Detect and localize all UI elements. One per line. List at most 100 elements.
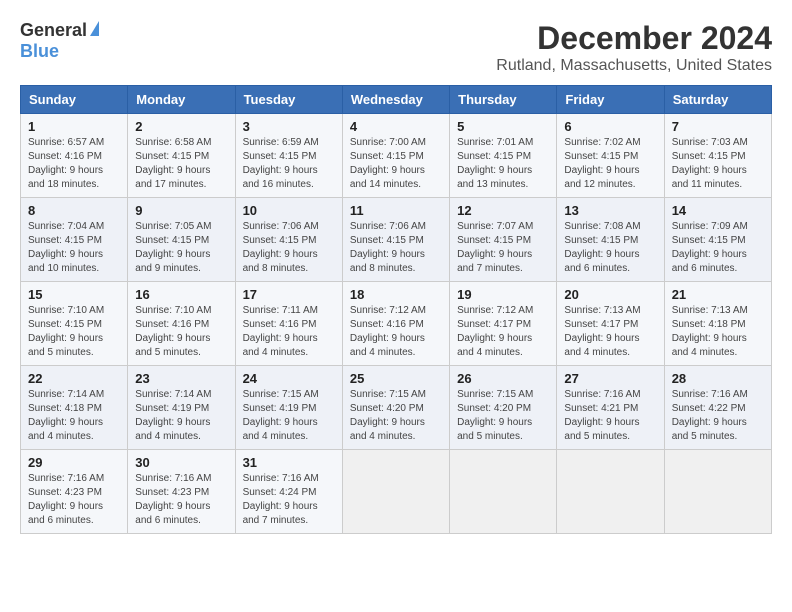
day-info: Sunrise: 7:06 AMSunset: 4:15 PMDaylight:… (243, 220, 335, 276)
day-number: 16 (135, 287, 227, 302)
day-number: 19 (457, 287, 549, 302)
week-row-3: 15Sunrise: 7:10 AMSunset: 4:15 PMDayligh… (21, 282, 772, 366)
day-info: Sunrise: 7:15 AMSunset: 4:20 PMDaylight:… (350, 388, 442, 444)
calendar-cell: 3 Sunrise: 6:59 AMSunset: 4:15 PMDaylight… (235, 114, 342, 198)
day-number: 12 (457, 203, 549, 218)
day-number: 27 (564, 371, 656, 386)
day-info: Sunrise: 7:16 AMSunset: 4:22 PMDaylight:… (672, 388, 764, 444)
calendar-cell: 26 Sunrise: 7:15 AMSunset: 4:20 PMDayligh… (450, 366, 557, 450)
day-number: 5 (457, 119, 549, 134)
day-info: Sunrise: 7:07 AMSunset: 4:15 PMDaylight:… (457, 220, 549, 276)
day-number: 14 (672, 203, 764, 218)
day-number: 4 (350, 119, 442, 134)
day-number: 7 (672, 119, 764, 134)
page-subtitle: Rutland, Massachusetts, United States (496, 57, 772, 75)
week-row-4: 22 Sunrise: 7:14 AMSunset: 4:18 PMDayligh… (21, 366, 772, 450)
calendar-body: 1Sunrise: 6:57 AMSunset: 4:16 PMDaylight… (21, 114, 772, 534)
day-info: Sunrise: 7:14 AMSunset: 4:19 PMDaylight:… (135, 388, 227, 444)
calendar-cell (557, 450, 664, 534)
day-info: Sunrise: 7:16 AMSunset: 4:24 PMDaylight:… (243, 472, 335, 528)
header-wednesday: Wednesday (342, 86, 449, 114)
calendar-cell: 18 Sunrise: 7:12 AMSunset: 4:16 PMDayligh… (342, 282, 449, 366)
day-info: Sunrise: 7:13 AMSunset: 4:18 PMDaylight:… (672, 304, 764, 360)
calendar-cell: 10Sunrise: 7:06 AMSunset: 4:15 PMDayligh… (235, 198, 342, 282)
logo-icon (90, 21, 99, 36)
day-number: 11 (350, 203, 442, 218)
day-info: Sunrise: 7:13 AMSunset: 4:17 PMDaylight:… (564, 304, 656, 360)
calendar-cell: 6Sunrise: 7:02 AMSunset: 4:15 PMDaylight… (557, 114, 664, 198)
day-number: 2 (135, 119, 227, 134)
day-info: Sunrise: 7:04 AMSunset: 4:15 PMDaylight:… (28, 220, 120, 276)
calendar-cell: 8 Sunrise: 7:04 AMSunset: 4:15 PMDaylight… (21, 198, 128, 282)
calendar-cell: 15Sunrise: 7:10 AMSunset: 4:15 PMDayligh… (21, 282, 128, 366)
day-info: Sunrise: 7:10 AMSunset: 4:16 PMDaylight:… (135, 304, 227, 360)
logo-blue-text: Blue (20, 41, 59, 62)
calendar-cell: 20 Sunrise: 7:13 AMSunset: 4:17 PMDayligh… (557, 282, 664, 366)
calendar-cell (450, 450, 557, 534)
day-info: Sunrise: 7:12 AMSunset: 4:17 PMDaylight:… (457, 304, 549, 360)
day-number: 18 (350, 287, 442, 302)
day-info: Sunrise: 7:06 AMSunset: 4:15 PMDaylight:… (350, 220, 442, 276)
calendar-cell: 23Sunrise: 7:14 AMSunset: 4:19 PMDayligh… (128, 366, 235, 450)
day-info: Sunrise: 7:16 AMSunset: 4:21 PMDaylight:… (564, 388, 656, 444)
calendar-cell: 25 Sunrise: 7:15 AMSunset: 4:20 PMDayligh… (342, 366, 449, 450)
calendar-cell: 4 Sunrise: 7:00 AMSunset: 4:15 PMDaylight… (342, 114, 449, 198)
calendar-cell: 5Sunrise: 7:01 AMSunset: 4:15 PMDaylight… (450, 114, 557, 198)
header-monday: Monday (128, 86, 235, 114)
day-number: 15 (28, 287, 120, 302)
week-row-5: 29 Sunrise: 7:16 AMSunset: 4:23 PMDayligh… (21, 450, 772, 534)
day-info: Sunrise: 7:15 AMSunset: 4:20 PMDaylight:… (457, 388, 549, 444)
calendar-cell: 22 Sunrise: 7:14 AMSunset: 4:18 PMDayligh… (21, 366, 128, 450)
logo-general-text: General (20, 20, 87, 41)
day-number: 9 (135, 203, 227, 218)
day-info: Sunrise: 7:12 AMSunset: 4:16 PMDaylight:… (350, 304, 442, 360)
day-number: 21 (672, 287, 764, 302)
day-number: 3 (243, 119, 335, 134)
calendar-cell (342, 450, 449, 534)
day-number: 17 (243, 287, 335, 302)
day-info: Sunrise: 7:03 AMSunset: 4:15 PMDaylight:… (672, 136, 764, 192)
header-sunday: Sunday (21, 86, 128, 114)
calendar-cell: 31Sunrise: 7:16 AMSunset: 4:24 PMDayligh… (235, 450, 342, 534)
day-info: Sunrise: 7:16 AMSunset: 4:23 PMDaylight:… (135, 472, 227, 528)
day-info: Sunrise: 7:08 AMSunset: 4:15 PMDaylight:… (564, 220, 656, 276)
calendar-cell: 16 Sunrise: 7:10 AMSunset: 4:16 PMDayligh… (128, 282, 235, 366)
day-info: Sunrise: 7:05 AMSunset: 4:15 PMDaylight:… (135, 220, 227, 276)
day-info: Sunrise: 6:57 AMSunset: 4:16 PMDaylight:… (28, 136, 120, 192)
calendar-cell: 17 Sunrise: 7:11 AMSunset: 4:16 PMDayligh… (235, 282, 342, 366)
day-info: Sunrise: 6:58 AMSunset: 4:15 PMDaylight:… (135, 136, 227, 192)
calendar-cell: 21 Sunrise: 7:13 AMSunset: 4:18 PMDayligh… (664, 282, 771, 366)
week-row-1: 1Sunrise: 6:57 AMSunset: 4:16 PMDaylight… (21, 114, 772, 198)
day-number: 13 (564, 203, 656, 218)
day-number: 8 (28, 203, 120, 218)
day-number: 29 (28, 455, 120, 470)
day-number: 22 (28, 371, 120, 386)
calendar-table: SundayMondayTuesdayWednesdayThursdayFrid… (20, 85, 772, 534)
calendar-cell: 19 Sunrise: 7:12 AMSunset: 4:17 PMDayligh… (450, 282, 557, 366)
calendar-cell: 13 Sunrise: 7:08 AMSunset: 4:15 PMDayligh… (557, 198, 664, 282)
day-info: Sunrise: 6:59 AMSunset: 4:15 PMDaylight:… (243, 136, 335, 192)
page-header: General Blue December 2024 Rutland, Mass… (20, 20, 772, 75)
calendar-cell: 28 Sunrise: 7:16 AMSunset: 4:22 PMDayligh… (664, 366, 771, 450)
day-info: Sunrise: 7:11 AMSunset: 4:16 PMDaylight:… (243, 304, 335, 360)
calendar-cell: 12 Sunrise: 7:07 AMSunset: 4:15 PMDayligh… (450, 198, 557, 282)
calendar-cell: 9 Sunrise: 7:05 AMSunset: 4:15 PMDaylight… (128, 198, 235, 282)
calendar-header-row: SundayMondayTuesdayWednesdayThursdayFrid… (21, 86, 772, 114)
calendar-cell (664, 450, 771, 534)
header-saturday: Saturday (664, 86, 771, 114)
day-number: 26 (457, 371, 549, 386)
day-number: 30 (135, 455, 227, 470)
page-title: December 2024 (496, 20, 772, 57)
title-block: December 2024 Rutland, Massachusetts, Un… (496, 20, 772, 75)
week-row-2: 8 Sunrise: 7:04 AMSunset: 4:15 PMDaylight… (21, 198, 772, 282)
day-number: 25 (350, 371, 442, 386)
calendar-cell: 2 Sunrise: 6:58 AMSunset: 4:15 PMDaylight… (128, 114, 235, 198)
day-info: Sunrise: 7:16 AMSunset: 4:23 PMDaylight:… (28, 472, 120, 528)
day-number: 20 (564, 287, 656, 302)
day-info: Sunrise: 7:00 AMSunset: 4:15 PMDaylight:… (350, 136, 442, 192)
day-number: 6 (564, 119, 656, 134)
day-number: 28 (672, 371, 764, 386)
day-info: Sunrise: 7:15 AMSunset: 4:19 PMDaylight:… (243, 388, 335, 444)
day-info: Sunrise: 7:14 AMSunset: 4:18 PMDaylight:… (28, 388, 120, 444)
calendar-cell: 11 Sunrise: 7:06 AMSunset: 4:15 PMDayligh… (342, 198, 449, 282)
